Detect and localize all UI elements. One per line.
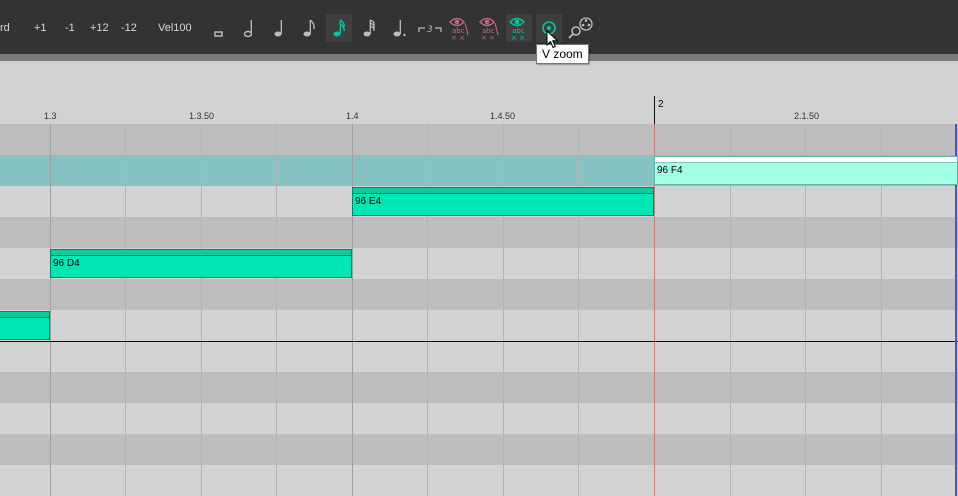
octave-divider [0,341,958,342]
velocity-bar [0,312,49,318]
pitch-lane [0,341,958,372]
grid-line [276,124,277,496]
sixteenth-note-icon [333,19,345,37]
thirtysecond-note-icon [363,19,375,37]
transpose-down-12-button[interactable]: -12 [121,22,137,35]
whole-note-button[interactable] [206,14,232,42]
piano-roll-grid[interactable]: 96 D4 96 E4 96 F4 [0,124,958,496]
midi-note[interactable]: 96 E4 [352,187,654,216]
transpose-up-12-button[interactable]: +12 [90,22,109,35]
tuplet-button[interactable]: 3 [416,14,444,42]
ruler-label: 2.1.50 [794,111,820,121]
half-note-icon [243,20,253,38]
transpose-down-1-button[interactable]: -1 [65,22,75,35]
beat-line [50,124,51,496]
pitch-lane [0,403,958,434]
mouse-cursor-icon [546,30,559,49]
transpose-up-1-button[interactable]: +1 [34,22,47,35]
grid-line [578,124,579,496]
toolbar-label-partial: rd [0,22,10,34]
velocity-bar [353,188,653,194]
note-label: 96 E4 [355,196,382,207]
ruler-label: 1.3.50 [189,111,215,121]
pitch-lane [0,434,958,465]
svg-text:× ×: × × [511,34,525,41]
pitch-lane [0,310,958,341]
half-note-button[interactable] [236,14,262,42]
toolbar-separator [0,54,958,61]
hide-velocity-button[interactable]: abc × × [476,14,502,42]
velocity-button[interactable]: Vel100 [158,22,192,35]
sixteenth-note-button[interactable] [326,14,352,42]
beat-line [352,124,353,496]
pitch-lane [0,372,958,403]
show-note-names-button[interactable]: abc × × [506,14,532,42]
dotted-note-icon [393,20,406,37]
hide-note-names-button[interactable]: abc × × [446,14,472,42]
thirtysecond-note-button[interactable] [356,14,382,42]
pitch-lane [0,217,958,248]
whole-note-icon [214,31,223,37]
velocity-bar [655,157,957,163]
tuplet-icon: 3 [418,25,442,35]
midi-note[interactable] [0,311,50,340]
grid-line [125,124,126,496]
grid-line [427,124,428,496]
grid-line [201,124,202,496]
pitch-lane [0,465,958,496]
grid-line [503,124,504,496]
bar-marker [654,96,655,124]
pitch-lane [0,279,958,310]
midi-note[interactable]: 96 D4 [50,249,352,278]
eighth-note-button[interactable] [296,14,322,42]
ruler-label: 1.4 [346,111,359,121]
ruler-label: 1.3 [44,111,57,121]
quarter-note-button[interactable] [266,14,292,42]
note-label: 96 D4 [53,258,80,269]
pitch-lane [0,124,958,155]
toolbar: rd +1 -1 +12 -12 Vel100 3 abc × × abc × × … [0,0,958,54]
hide-note-names-icon: abc× × [449,17,469,41]
quarter-note-icon [274,20,282,37]
velocity-bar [51,250,351,256]
dotted-note-button[interactable] [386,14,412,42]
timeline-ruler[interactable]: 1.3 1.3.50 1.4 1.4.50 2 2.1.50 [0,61,958,124]
h-zoom-icon [568,17,593,39]
note-label: 96 F4 [657,165,683,176]
tooltip: V zoom [536,44,589,64]
ruler-label: 1.4.50 [490,111,516,121]
midi-note-selected[interactable]: 96 F4 [654,156,958,185]
ruler-label-bar: 2 [658,99,664,110]
h-zoom-button[interactable] [566,14,596,42]
svg-text:× ×: × × [481,34,495,41]
svg-text:3: 3 [427,25,433,35]
svg-text:× ×: × × [451,34,465,41]
eighth-note-icon [303,19,315,37]
hide-velocity-icon: abc× × [479,17,499,41]
show-note-names-icon: abc× × [509,17,525,41]
